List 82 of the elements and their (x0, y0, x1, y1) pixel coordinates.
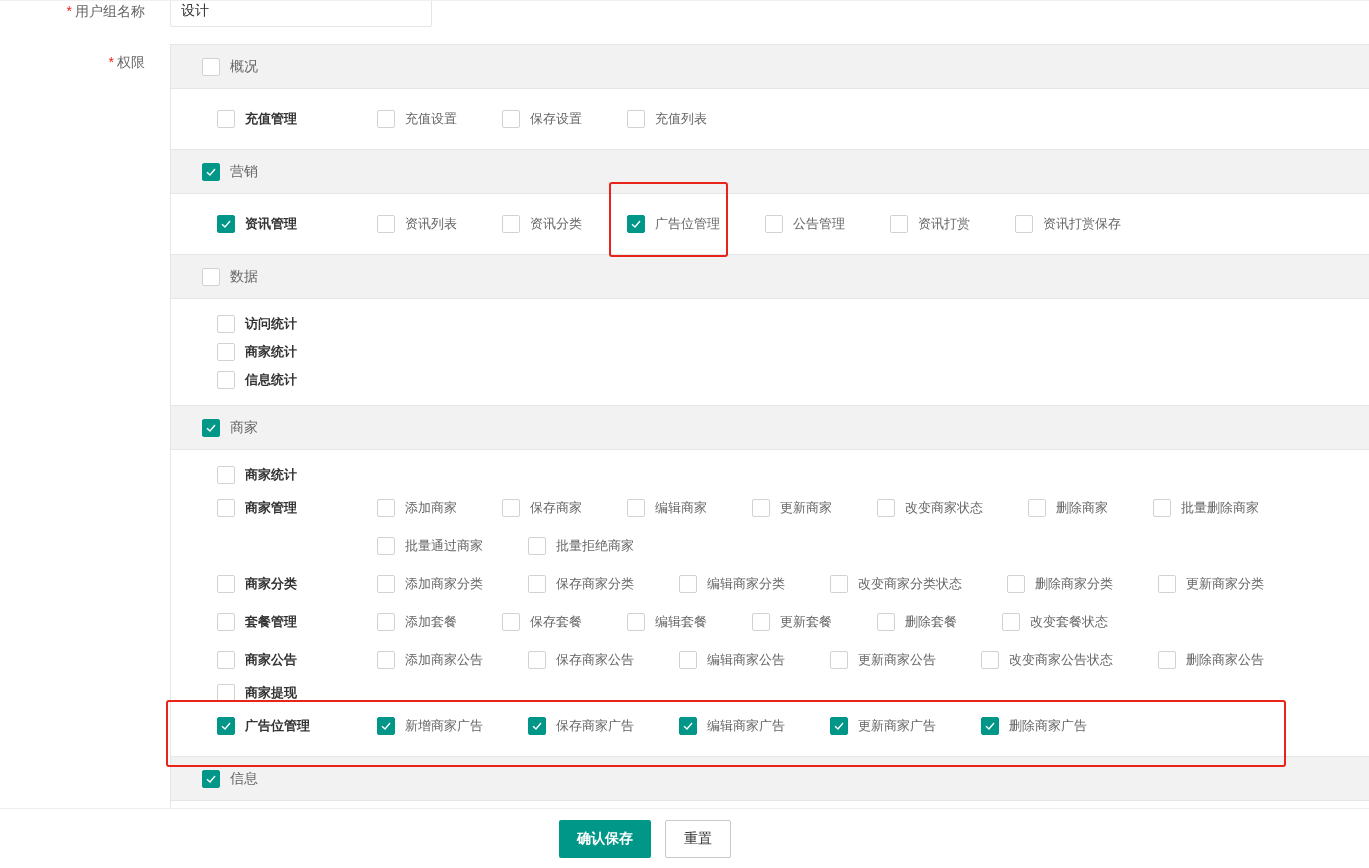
permission-label: 更新商家公告 (858, 651, 936, 670)
permission-label: 批量拒绝商家 (556, 537, 634, 556)
check-icon (984, 720, 996, 732)
permission-label: 广告位管理 (655, 215, 720, 234)
permission-label: 资讯分类 (530, 215, 582, 234)
check-icon (630, 218, 642, 230)
permission-label: 充值设置 (405, 110, 457, 129)
save-button[interactable]: 确认保存 (559, 819, 651, 858)
checkbox[interactable] (627, 215, 645, 233)
checkbox[interactable] (528, 717, 546, 735)
permission-label: 资讯打赏保存 (1043, 215, 1121, 234)
permission-label: 资讯列表 (405, 215, 457, 234)
permission-label: 充值列表 (655, 110, 707, 129)
permission-label: 批量通过商家 (405, 537, 483, 556)
permission-label: 改变商家公告状态 (1009, 651, 1113, 670)
group-label: 资讯管理 (245, 215, 297, 234)
permission-label: 保存套餐 (530, 613, 582, 632)
permission-label: 删除商家 (1056, 499, 1108, 518)
section-label: 信息 (230, 769, 258, 788)
permission-label: 更新商家 (780, 499, 832, 518)
permission-label: 资讯打赏 (918, 215, 970, 234)
checkbox[interactable] (981, 717, 999, 735)
permission-label: 改变套餐状态 (1030, 613, 1108, 632)
group-label: 套餐管理 (245, 613, 297, 632)
section-label: 数据 (230, 267, 258, 286)
checkbox[interactable] (217, 215, 235, 233)
permission-label: 更新套餐 (780, 613, 832, 632)
permission-label: 删除商家广告 (1009, 717, 1087, 736)
permission-label: 添加套餐 (405, 613, 457, 632)
permission-label: 编辑商家广告 (707, 717, 785, 736)
checkbox[interactable] (217, 717, 235, 735)
permission-label: 更新商家广告 (858, 717, 936, 736)
permission-label: 新增商家广告 (405, 717, 483, 736)
permission-label: 编辑商家公告 (707, 651, 785, 670)
group-label: 商家统计 (245, 343, 297, 362)
permission-label: 改变商家状态 (905, 499, 983, 518)
permission-label: 更新商家分类 (1186, 575, 1264, 594)
field-label: * 权限 (108, 53, 145, 72)
check-icon (380, 720, 392, 732)
group-label: 访问统计 (245, 315, 297, 334)
permission-label: 添加商家分类 (405, 575, 483, 594)
permission-label: 编辑商家 (655, 499, 707, 518)
check-icon (531, 720, 543, 732)
field-label: * 用户组名称 (66, 2, 145, 21)
permission-label: 删除商家公告 (1186, 651, 1264, 670)
check-icon (682, 720, 694, 732)
section-label: 商家 (230, 418, 258, 437)
group-label: 商家公告 (245, 651, 297, 670)
permission-label: 保存商家 (530, 499, 582, 518)
group-label: 商家分类 (245, 575, 297, 594)
checkbox[interactable] (377, 717, 395, 735)
group-label: 广告位管理 (245, 717, 310, 736)
group-label: 商家管理 (245, 499, 297, 518)
input-field[interactable]: 设计 (170, 1, 432, 27)
permission-label: 保存设置 (530, 110, 582, 129)
check-icon (220, 218, 232, 230)
checkbox[interactable] (202, 769, 220, 788)
permission-label: 删除套餐 (905, 613, 957, 632)
permission-label: 批量删除商家 (1181, 499, 1259, 518)
permission-label: 保存商家公告 (556, 651, 634, 670)
permission-label: 改变商家分类状态 (858, 575, 962, 594)
section-label: 营销 (230, 162, 258, 181)
checkbox[interactable] (830, 717, 848, 735)
check-icon (833, 720, 845, 732)
checkbox[interactable] (679, 717, 697, 735)
permission-label: 添加商家 (405, 499, 457, 518)
permission-label: 保存商家分类 (556, 575, 634, 594)
permission-label: 添加商家公告 (405, 651, 483, 670)
group-label: 信息统计 (245, 371, 297, 390)
group-label: 商家统计 (245, 466, 297, 485)
checkbox[interactable] (202, 418, 220, 437)
permission-label: 编辑商家分类 (707, 575, 785, 594)
check-icon (220, 720, 232, 732)
permission-label: 删除商家分类 (1035, 575, 1113, 594)
reset-button[interactable]: 重置 (665, 819, 731, 858)
permission-label: 公告管理 (793, 215, 845, 234)
group-label: 商家提现 (245, 684, 297, 703)
checkbox[interactable] (202, 162, 220, 181)
permission-label: 保存商家广告 (556, 717, 634, 736)
group-label: 充值管理 (245, 110, 297, 129)
permission-label: 编辑套餐 (655, 613, 707, 632)
section-label: 概况 (230, 57, 258, 76)
